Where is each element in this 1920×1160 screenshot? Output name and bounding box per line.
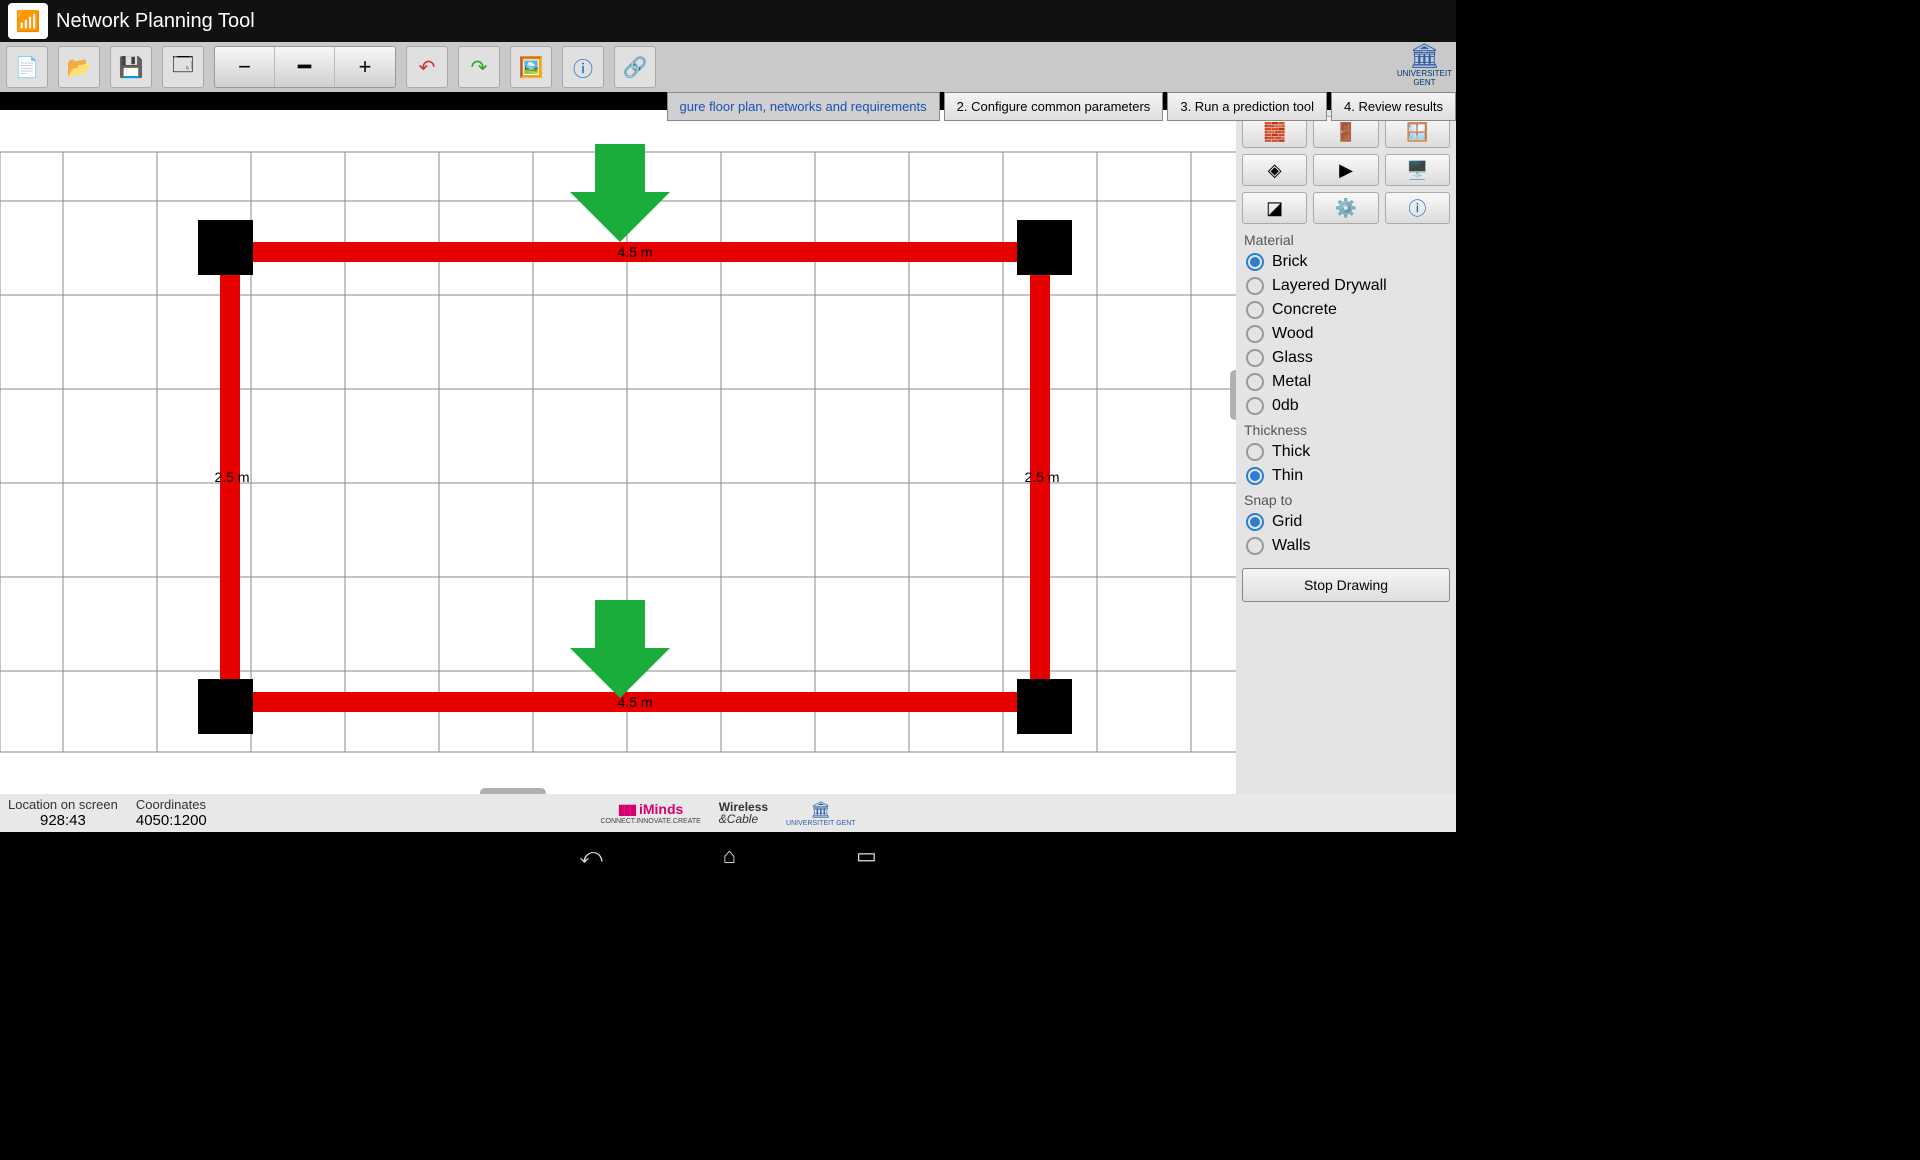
dim-bottom: 4.5 m [617,694,652,710]
screen-tool-button[interactable]: ▶ [1313,154,1378,186]
new-file-button[interactable]: 📄 [6,46,48,88]
material-metal-radio[interactable]: Metal [1242,370,1450,394]
recent-apps-button[interactable]: ▭ [856,843,877,869]
dim-left: 2.5 m [214,469,249,485]
step-3-button[interactable]: 3. Run a prediction tool [1167,92,1327,121]
info-tool-button[interactable]: ⓘ [1385,192,1450,224]
image-button[interactable]: 🖼️ [510,46,552,88]
main-toolbar: 📄 📂 💾 🗔 − ━ + ↶ ↷ 🖼️ ⓘ 🔗 🏛 UNIVERSITEIT … [0,42,1456,92]
thickness-thin-radio[interactable]: Thin [1242,464,1450,488]
pillar-icon: 🏛 [786,800,856,820]
title-bar: 📶 Network Planning Tool [0,0,1456,42]
glass-tool-button[interactable]: ◈ [1242,154,1307,186]
material-wood-radio[interactable]: Wood [1242,322,1450,346]
step-2-button[interactable]: 2. Configure common parameters [944,92,1164,121]
app-logo-icon: 📶 [8,3,48,39]
save-file-button[interactable]: 💾 [110,46,152,88]
snap-label: Snap to [1244,492,1450,508]
coordinates-label: Coordinates [136,797,207,812]
wireless-cable-logo: Wireless &Cable [719,801,768,825]
step-bar: gure floor plan, networks and requiremen… [667,92,1456,121]
step-4-button[interactable]: 4. Review results [1331,92,1456,121]
material-brick-radio[interactable]: Brick [1242,250,1450,274]
info-button[interactable]: ⓘ [562,46,604,88]
footer-logos: ▮▮▮ iMinds CONNECT.INNOVATE.CREATE Wirel… [600,800,855,827]
location-label: Location on screen [8,797,118,812]
corner-br[interactable] [1017,679,1072,734]
arrow-top-icon [570,144,670,242]
material-glass-radio[interactable]: Glass [1242,346,1450,370]
zoom-in-button[interactable]: + [335,47,395,87]
tool-palette: 🧱 🚪 🪟 ◈ ▶ 🖥️ ◪ ⚙️ ⓘ [1242,116,1450,224]
snap-walls-radio[interactable]: Walls [1242,534,1450,558]
eraser-tool-button[interactable]: ◪ [1242,192,1307,224]
back-button[interactable]: ⤺ [579,843,603,869]
link-button[interactable]: 🔗 [614,46,656,88]
material-concrete-radio[interactable]: Concrete [1242,298,1450,322]
material-label: Material [1244,232,1450,248]
stop-drawing-button[interactable]: Stop Drawing [1242,568,1450,602]
status-bar: Location on screen 928:43 Coordinates 40… [0,794,1456,832]
material-0db-radio[interactable]: 0db [1242,394,1450,418]
zoom-control: − ━ + [214,46,396,88]
open-file-button[interactable]: 📂 [58,46,100,88]
pillar-icon: 🏛 [1397,44,1452,70]
redo-button[interactable]: ↷ [458,46,500,88]
undo-button[interactable]: ↶ [406,46,448,88]
ugent-footer-logo: 🏛 UNIVERSITEIT GENT [786,800,856,827]
corner-tl[interactable] [198,220,253,275]
iminds-logo: ▮▮▮ iMinds CONNECT.INNOVATE.CREATE [600,801,700,825]
network-tool-button[interactable]: 🖥️ [1385,154,1450,186]
thickness-thick-radio[interactable]: Thick [1242,440,1450,464]
canvas-workspace[interactable]: 4.5 m 4.5 m 2.5 m 2.5 m [0,110,1236,794]
arrow-bottom-icon [570,600,670,698]
snap-grid-radio[interactable]: Grid [1242,510,1450,534]
zoom-reset-button[interactable]: ━ [275,47,335,87]
android-nav-bar: ⤺ ⌂ ▭ [0,832,1456,880]
location-value: 928:43 [8,812,118,829]
dim-top: 4.5 m [617,244,652,260]
university-logo: 🏛 UNIVERSITEIT GENT [1397,44,1452,88]
settings-tool-button[interactable]: ⚙️ [1313,192,1378,224]
dim-right: 2.5 m [1024,469,1059,485]
side-panel: 🧱 🚪 🪟 ◈ ▶ 🖥️ ◪ ⚙️ ⓘ Material Brick Layer… [1236,110,1456,794]
floor-plan-svg: 4.5 m 4.5 m 2.5 m 2.5 m [0,110,1236,794]
material-layered-radio[interactable]: Layered Drywall [1242,274,1450,298]
corner-bl[interactable] [198,679,253,734]
app-title: Network Planning Tool [56,10,255,33]
corner-tr[interactable] [1017,220,1072,275]
step-1-button[interactable]: gure floor plan, networks and requiremen… [667,92,940,121]
zoom-out-button[interactable]: − [215,47,275,87]
coordinates-value: 4050:1200 [136,812,207,829]
add-layer-button[interactable]: 🗔 [162,46,204,88]
home-button[interactable]: ⌂ [723,843,736,869]
thickness-label: Thickness [1244,422,1450,438]
